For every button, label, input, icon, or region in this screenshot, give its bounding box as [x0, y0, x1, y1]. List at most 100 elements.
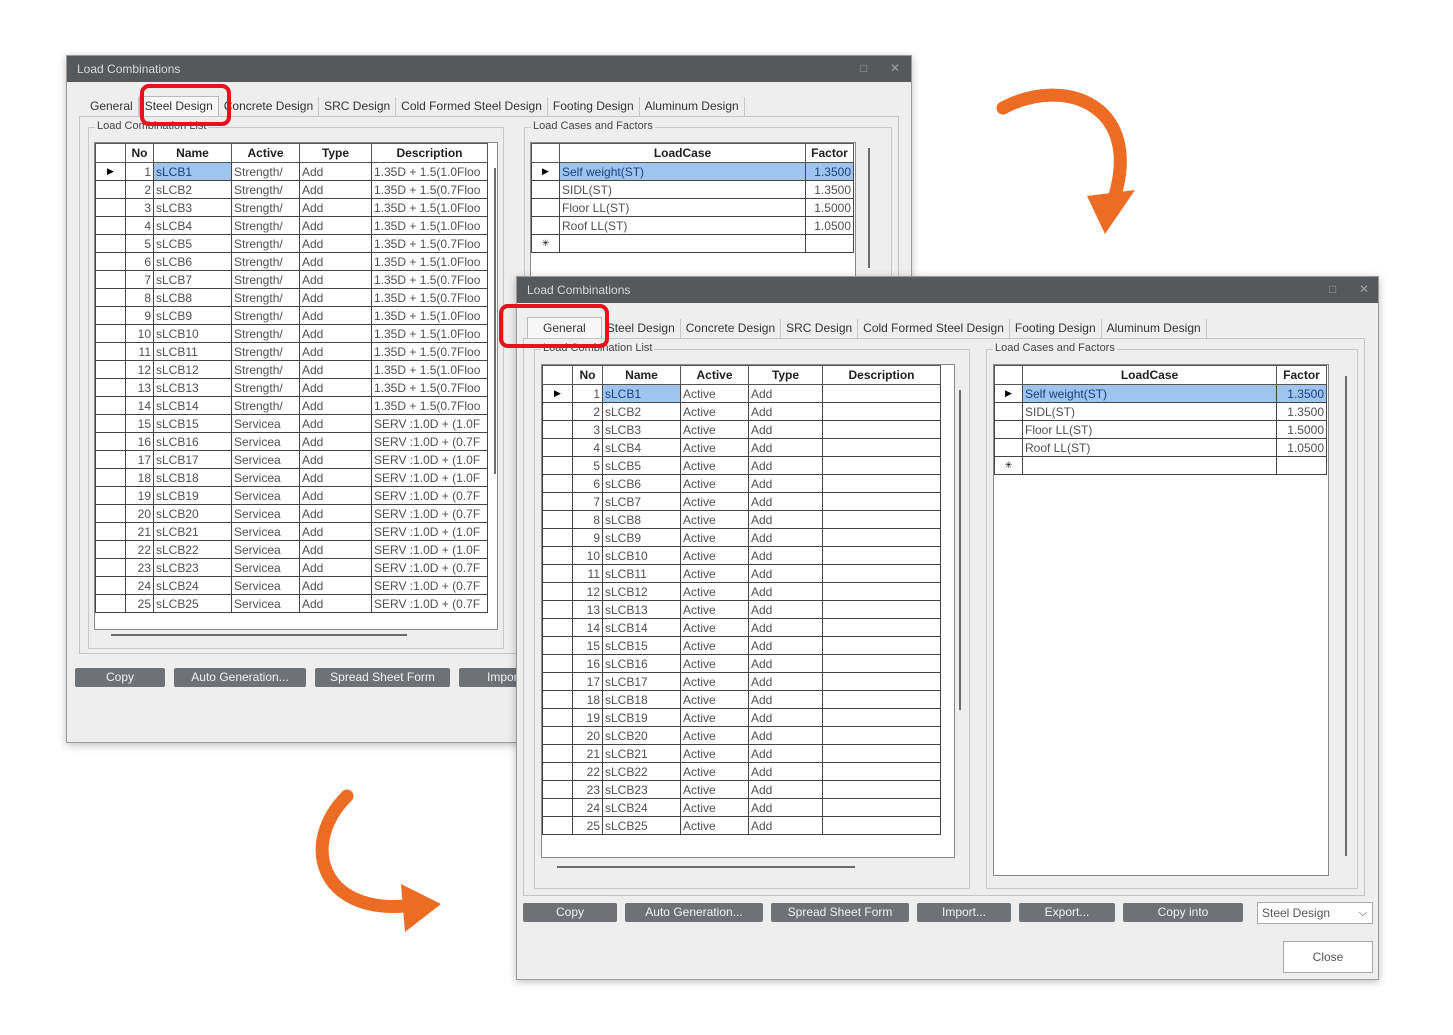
cell-name[interactable]: sLCB17 — [602, 672, 681, 691]
column-header-description[interactable]: Description — [822, 365, 941, 385]
row-indicator[interactable]: ▶ — [95, 162, 126, 181]
table-row[interactable]: 16 sLCB16 Servicea Add SERV :1.0D + (0.7F — [95, 432, 488, 451]
cell-no[interactable]: 19 — [125, 486, 154, 505]
cell-description[interactable] — [822, 780, 941, 799]
cell-type[interactable]: Add — [748, 546, 823, 565]
spread-sheet-form-button[interactable]: Spread Sheet Form — [771, 903, 909, 922]
row-indicator[interactable] — [542, 420, 573, 439]
cell-no[interactable]: 9 — [125, 306, 154, 325]
cell-name[interactable]: sLCB23 — [153, 558, 232, 577]
cell-factor[interactable]: 1.3500 — [805, 162, 854, 181]
row-indicator[interactable] — [542, 510, 573, 529]
cell-description[interactable] — [822, 384, 941, 403]
cell-no[interactable]: 23 — [572, 780, 603, 799]
table-row[interactable]: 6 sLCB6 Strength/Add 1.35D + 1.5(1.0Floo — [95, 252, 488, 271]
cell-name[interactable]: sLCB21 — [153, 522, 232, 541]
cell-active[interactable]: Servicea — [231, 432, 300, 451]
row-indicator[interactable] — [95, 234, 126, 253]
column-header-factor[interactable]: Factor — [1276, 365, 1327, 385]
cell-description[interactable]: 1.35D + 1.5(1.0Floo — [371, 360, 488, 379]
cell-description[interactable]: 1.35D + 1.5(1.0Floo — [371, 252, 488, 271]
cell-active[interactable]: Strength/ — [231, 306, 300, 325]
cell-active[interactable]: Strength/ — [231, 360, 300, 379]
cell-name[interactable]: sLCB14 — [602, 618, 681, 637]
load-combination-grid[interactable]: No Name Active Type Description ▶ 1 sLCB1 Stren… — [94, 142, 498, 630]
table-row[interactable]: 11 sLCB11 Active Add — [542, 564, 941, 583]
cell-description[interactable] — [822, 636, 941, 655]
cell-no[interactable]: 10 — [125, 324, 154, 343]
cell-active[interactable]: Servicea — [231, 450, 300, 469]
cell-name[interactable]: sLCB18 — [153, 468, 232, 487]
table-row[interactable]: 10 sLCB10 Active Add — [542, 546, 941, 565]
cell-type[interactable]: Add — [299, 306, 372, 325]
close-icon[interactable]: ✕ — [1359, 282, 1369, 296]
cell-no[interactable]: 15 — [125, 414, 154, 433]
cell-type[interactable]: Add — [748, 474, 823, 493]
column-header-loadcase[interactable]: LoadCase — [559, 143, 806, 163]
row-indicator[interactable]: ▶ — [542, 384, 573, 403]
table-row[interactable]: 12 sLCB12 Strength/Add 1.35D + 1.5(1.0Floo — [95, 360, 488, 379]
cell-description[interactable]: 1.35D + 1.5(1.0Floo — [371, 306, 488, 325]
row-indicator[interactable] — [95, 324, 126, 343]
row-indicator[interactable] — [95, 216, 126, 235]
cell-type[interactable]: Add — [748, 528, 823, 547]
cell-name[interactable]: sLCB25 — [602, 816, 681, 835]
tab-src-design[interactable]: SRC Design — [319, 97, 397, 116]
cell-no[interactable]: 4 — [572, 438, 603, 457]
cell-active[interactable]: Servicea — [231, 594, 300, 613]
cell-name[interactable]: sLCB24 — [153, 576, 232, 595]
cell-name[interactable]: sLCB2 — [602, 402, 681, 421]
row-indicator[interactable] — [542, 546, 573, 565]
tab-src-design[interactable]: SRC Design — [781, 319, 859, 338]
row-indicator[interactable] — [95, 180, 126, 199]
table-row[interactable]: 4 sLCB4 Active Add — [542, 438, 941, 457]
row-indicator[interactable] — [95, 540, 126, 559]
cell-active[interactable]: Active — [680, 618, 749, 637]
cell-loadcase[interactable]: Floor LL(ST) — [1022, 420, 1277, 439]
cell-description[interactable]: 1.35D + 1.5(0.7Floo — [371, 342, 488, 361]
cell-type[interactable]: Add — [748, 816, 823, 835]
vertical-scrollbar[interactable] — [868, 148, 870, 268]
row-indicator[interactable] — [95, 594, 126, 613]
cell-type[interactable]: Add — [748, 510, 823, 529]
cell-name[interactable]: sLCB23 — [602, 780, 681, 799]
cell-type[interactable]: Add — [748, 654, 823, 673]
cell-type[interactable]: Add — [299, 252, 372, 271]
cell-no[interactable]: 15 — [572, 636, 603, 655]
cell-active[interactable]: Active — [680, 582, 749, 601]
column-header-active[interactable]: Active — [231, 143, 300, 163]
cell-name[interactable]: sLCB3 — [153, 198, 232, 217]
row-indicator[interactable]: ▶ — [994, 384, 1023, 403]
cell-name[interactable]: sLCB22 — [602, 762, 681, 781]
row-indicator[interactable] — [95, 396, 126, 415]
cell-type[interactable]: Add — [748, 744, 823, 763]
auto-generation-button[interactable]: Auto Generation... — [625, 903, 763, 922]
cell-no[interactable]: 12 — [572, 582, 603, 601]
design-type-select[interactable]: Steel Design ⌵ — [1257, 902, 1373, 924]
table-row[interactable]: 13 sLCB13 Active Add — [542, 600, 941, 619]
new-row-indicator[interactable]: ✳ — [531, 234, 560, 253]
table-row[interactable]: 10 sLCB10 Strength/Add 1.35D + 1.5(1.0Floo — [95, 324, 488, 343]
table-row[interactable]: 25 sLCB25 Active Add — [542, 816, 941, 835]
row-indicator[interactable] — [95, 288, 126, 307]
cell-no[interactable]: 2 — [125, 180, 154, 199]
cell-name[interactable]: sLCB19 — [602, 708, 681, 727]
cell-type[interactable]: Add — [748, 456, 823, 475]
cell-name[interactable]: sLCB24 — [602, 798, 681, 817]
cell-no[interactable]: 19 — [572, 708, 603, 727]
new-row-indicator[interactable]: ✳ — [994, 456, 1023, 475]
cell-name[interactable]: sLCB20 — [602, 726, 681, 745]
table-row[interactable]: 8 sLCB8 Strength/Add 1.35D + 1.5(0.7Floo — [95, 288, 488, 307]
cell-loadcase[interactable]: SIDL(ST) — [1022, 402, 1277, 421]
cell-type[interactable]: Add — [748, 672, 823, 691]
cell-active[interactable]: Active — [680, 528, 749, 547]
cell-type[interactable]: Add — [299, 162, 372, 181]
cell-loadcase[interactable]: Self weight(ST) — [559, 162, 806, 181]
cell-type[interactable]: Add — [299, 558, 372, 577]
cell-name[interactable]: sLCB1 — [602, 384, 681, 403]
cell-active[interactable]: Strength/ — [231, 324, 300, 343]
cell-name[interactable]: sLCB14 — [153, 396, 232, 415]
cell-active[interactable]: Strength/ — [231, 342, 300, 361]
cell-active[interactable]: Active — [680, 744, 749, 763]
row-indicator[interactable] — [95, 414, 126, 433]
